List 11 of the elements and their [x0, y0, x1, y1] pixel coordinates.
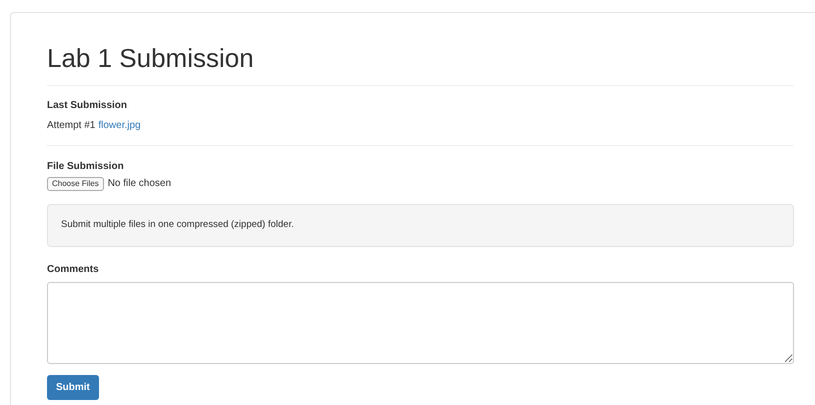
page-title: Lab 1 Submission — [47, 42, 254, 75]
choose-files-button[interactable]: Choose Files — [47, 176, 104, 190]
attempt-label: Attempt #1 — [47, 119, 96, 133]
submit-button[interactable]: Submit — [47, 375, 99, 400]
comments-label: Comments — [47, 263, 99, 277]
notice-panel: Submit multiple files in one compressed (zipped) folder. — [47, 204, 794, 247]
file-link[interactable]: flower.jpg — [98, 118, 141, 134]
section-label: File Submission — [47, 160, 124, 174]
comments-field[interactable] — [47, 282, 794, 364]
file-status: No file chosen — [108, 177, 172, 191]
section-label: Last Submission — [47, 99, 128, 113]
